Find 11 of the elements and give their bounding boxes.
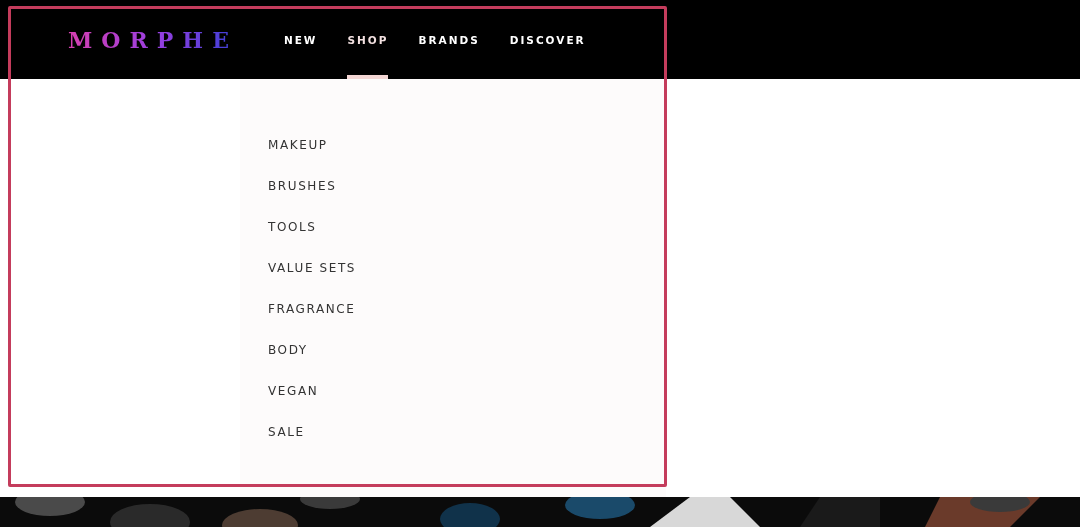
menu-item[interactable]: BODY: [268, 342, 308, 359]
menu-item[interactable]: MAKEUP: [268, 137, 328, 154]
menu-item[interactable]: SALE: [268, 424, 305, 441]
menu-item[interactable]: BRUSHES: [268, 178, 337, 195]
menu-item[interactable]: VALUE SETS: [268, 260, 357, 277]
menu-item[interactable]: FRAGRANCE: [268, 301, 356, 318]
nav-tab[interactable]: NEW: [283, 0, 318, 79]
nav-tab[interactable]: BRANDS: [418, 0, 480, 79]
menu-item[interactable]: VEGAN: [268, 383, 319, 400]
menu-item[interactable]: TOOLS: [268, 219, 317, 236]
nav-tab[interactable]: DISCOVER: [509, 0, 586, 79]
